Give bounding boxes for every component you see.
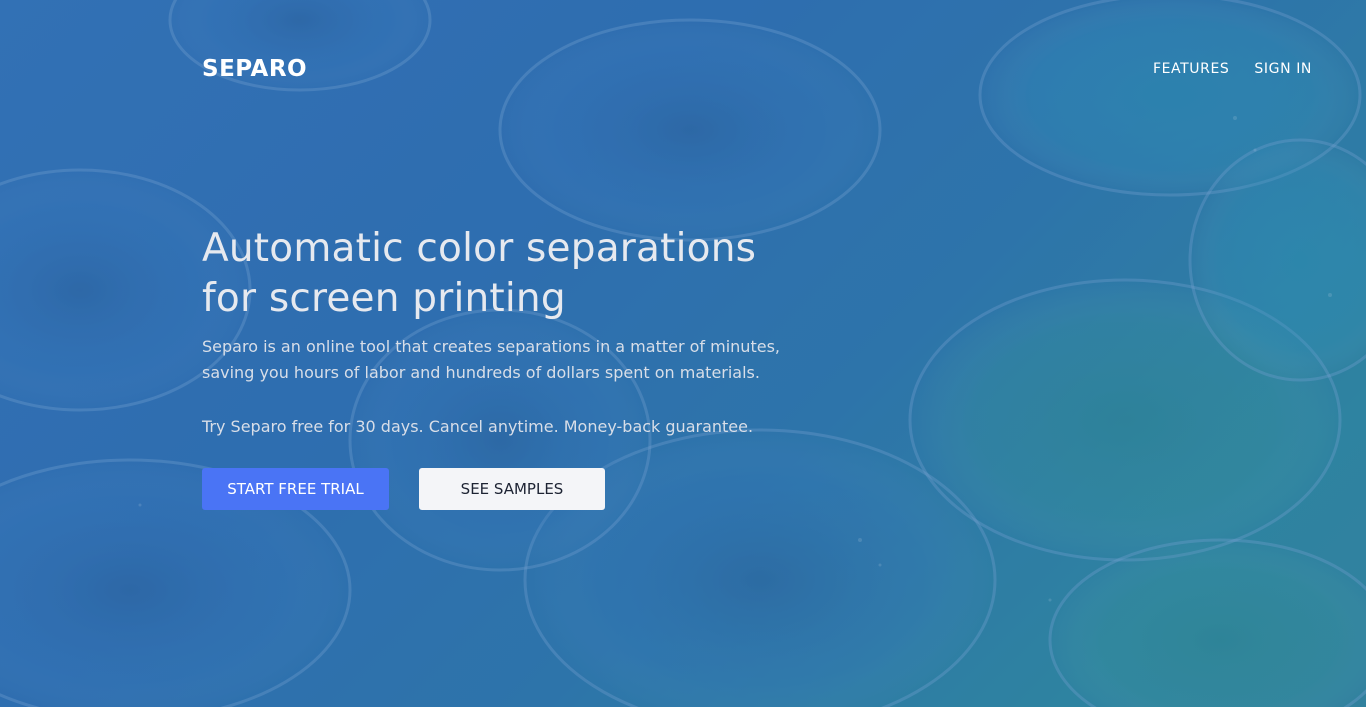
hero-headline: Automatic color separations for screen p… [202,226,757,321]
hero-content: Automatic color separations for screen p… [202,224,822,510]
start-free-trial-button[interactable]: START FREE TRIAL [202,468,389,510]
hero-subtext: Separo is an online tool that creates se… [202,337,780,382]
see-samples-button[interactable]: SEE SAMPLES [419,468,605,510]
main-nav: FEATURES SIGN IN [1153,61,1312,77]
cta-row: START FREE TRIAL SEE SAMPLES [202,468,822,510]
nav-features-link[interactable]: FEATURES [1153,61,1229,77]
hero-section: SEPARO FEATURES SIGN IN Automatic color … [0,0,1366,707]
separo-logo[interactable]: SEPARO [202,56,307,82]
nav-sign-in-link[interactable]: SIGN IN [1254,61,1312,77]
trial-note: Try Separo free for 30 days. Cancel anyt… [202,417,754,436]
site-header: SEPARO FEATURES SIGN IN [202,52,1312,90]
